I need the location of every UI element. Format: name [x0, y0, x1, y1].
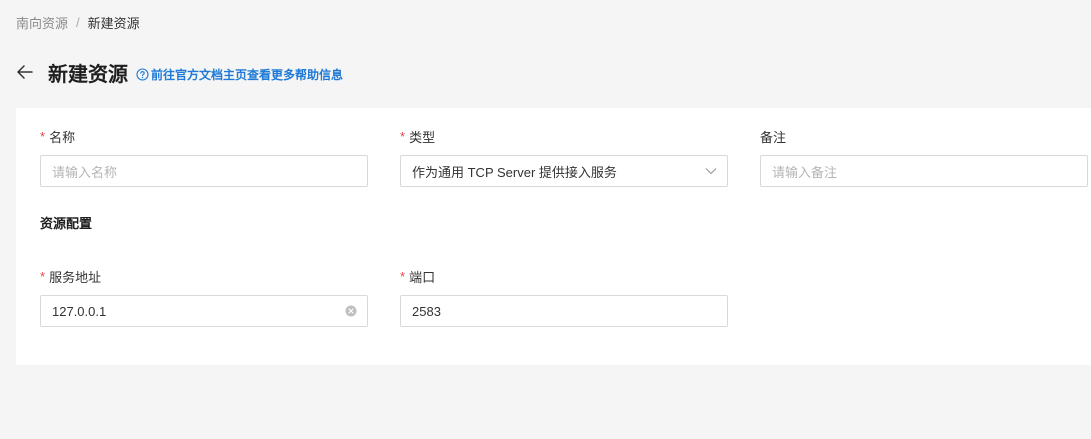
required-mark: * — [400, 128, 406, 144]
address-value: 127.0.0.1 — [52, 303, 107, 319]
port-value: 2583 — [412, 303, 441, 319]
chevron-down-icon — [705, 167, 717, 175]
type-select-value: 作为通用 TCP Server 提供接入服务 — [412, 164, 617, 180]
required-mark: * — [40, 268, 46, 284]
page-header: 新建资源 前往官方文档主页查看更多帮助信息 — [14, 58, 343, 86]
port-label: * 端口 — [400, 267, 728, 285]
port-input[interactable]: 2583 — [400, 295, 728, 327]
breadcrumb-separator: / — [76, 15, 80, 30]
page-title: 新建资源 — [48, 63, 128, 86]
type-field: * 类型 作为通用 TCP Server 提供接入服务 — [400, 127, 728, 187]
port-label-text: 端口 — [409, 269, 436, 285]
breadcrumb-parent-link[interactable]: 南向资源 — [16, 13, 68, 32]
help-circle-icon — [136, 67, 149, 81]
remark-label: 备注 — [760, 127, 1088, 145]
type-select[interactable]: 作为通用 TCP Server 提供接入服务 — [400, 155, 728, 187]
name-label: * 名称 — [40, 127, 368, 145]
type-label-text: 类型 — [409, 129, 436, 145]
required-mark: * — [400, 268, 406, 284]
required-mark: * — [40, 128, 46, 144]
port-field: * 端口 2583 — [400, 267, 728, 327]
help-link-text: 前往官方文档主页查看更多帮助信息 — [151, 67, 344, 82]
address-field: * 服务地址 127.0.0.1 — [40, 267, 368, 327]
clear-icon[interactable] — [345, 305, 357, 317]
help-doc-link[interactable]: 前往官方文档主页查看更多帮助信息 — [136, 66, 343, 83]
config-section-title: 资源配置 — [40, 216, 93, 231]
address-input[interactable]: 127.0.0.1 — [40, 295, 368, 327]
name-field: * 名称 请输入名称 — [40, 127, 368, 187]
breadcrumb-current: 新建资源 — [87, 16, 140, 31]
address-label-text: 服务地址 — [49, 269, 102, 285]
type-label: * 类型 — [400, 127, 728, 145]
name-input[interactable]: 请输入名称 — [40, 155, 368, 187]
remark-placeholder: 请输入备注 — [772, 164, 838, 180]
address-label: * 服务地址 — [40, 267, 368, 285]
form-panel: * 名称 请输入名称 * 类型 作为通用 TCP Server 提供接入服务 备… — [16, 108, 1091, 365]
breadcrumb: 南向资源 / 新建资源 — [16, 13, 140, 32]
remark-field: 备注 请输入备注 — [760, 127, 1088, 187]
remark-input[interactable]: 请输入备注 — [760, 155, 1088, 187]
back-arrow-icon[interactable] — [14, 61, 36, 83]
name-label-text: 名称 — [49, 129, 76, 145]
name-placeholder: 请输入名称 — [52, 164, 118, 180]
remark-label-text: 备注 — [760, 129, 787, 145]
